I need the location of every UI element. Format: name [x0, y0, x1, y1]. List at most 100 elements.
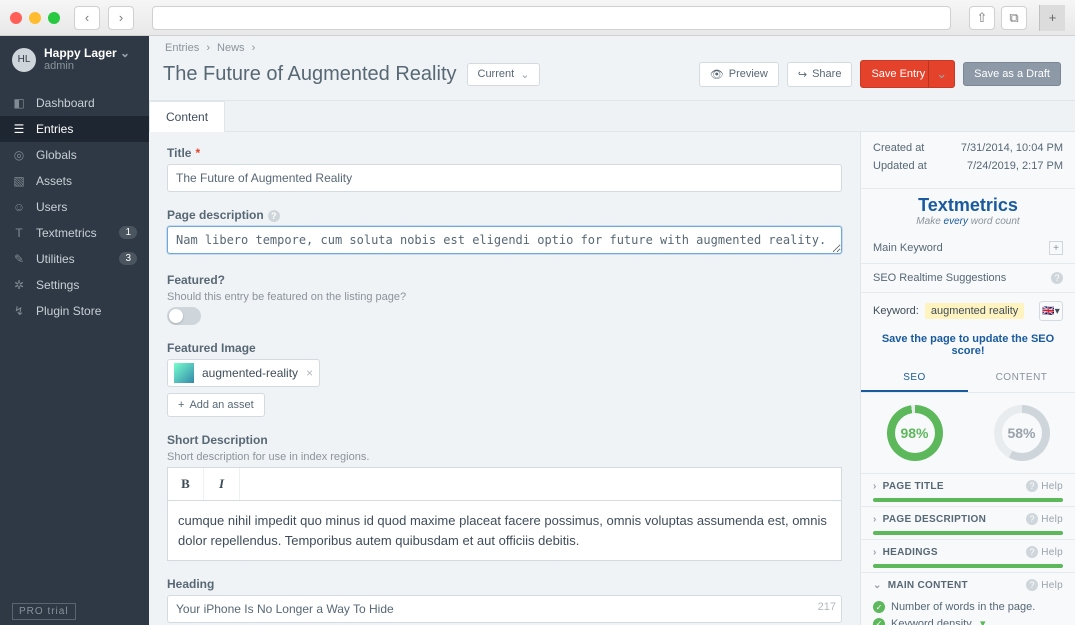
- sidebar-item-globals[interactable]: ◎Globals: [0, 142, 149, 168]
- check-section-page-description[interactable]: PAGE DESCRIPTION Help: [861, 507, 1075, 531]
- plus-icon[interactable]: +: [1049, 241, 1063, 255]
- sidebar-item-settings[interactable]: ✲ Settings: [0, 272, 149, 298]
- help-link[interactable]: Help: [1026, 513, 1063, 525]
- field-label: Heading: [167, 577, 842, 591]
- sidebar-item-label: Plugin Store: [36, 304, 101, 318]
- nav-icon: T: [12, 226, 26, 240]
- check-ok-icon: ✓: [873, 601, 885, 613]
- traffic-lights: [10, 12, 60, 24]
- textmetrics-tagline: Make every word count: [861, 216, 1075, 227]
- window-minimize[interactable]: [29, 12, 41, 24]
- nav-icon: ▧: [12, 174, 26, 188]
- keyword-label: Keyword:: [873, 305, 919, 317]
- heading-input[interactable]: [167, 595, 842, 623]
- share-button[interactable]: ↪Share: [787, 62, 853, 87]
- nav-icon: ✲: [12, 278, 26, 292]
- browser-back-button[interactable]: ‹: [74, 6, 100, 30]
- language-select[interactable]: 🇬🇧▾: [1039, 301, 1063, 321]
- sidebar-item-label: Textmetrics: [36, 226, 97, 240]
- sidebar-item-plugin-store[interactable]: ↯ Plugin Store: [0, 298, 149, 324]
- address-bar[interactable]: [152, 6, 951, 30]
- asset-thumbnail: [174, 363, 194, 383]
- meta-panel: Created at7/31/2014, 10:04 PM Updated at…: [860, 132, 1075, 625]
- nav-icon: ✎: [12, 252, 26, 266]
- sidebar-item-label: Users: [36, 200, 67, 214]
- save-button[interactable]: Save Entry: [860, 60, 936, 88]
- remove-asset-icon[interactable]: ×: [306, 366, 313, 380]
- breadcrumb-item[interactable]: Entries: [165, 42, 199, 54]
- field-help: Should this entry be featured on the lis…: [167, 291, 842, 303]
- breadcrumb-item[interactable]: News: [217, 42, 245, 54]
- rte-toolbar: B I: [167, 467, 842, 500]
- avatar[interactable]: HL: [12, 48, 36, 72]
- user-role: admin: [44, 60, 130, 73]
- tab-content-score[interactable]: CONTENT: [968, 365, 1075, 392]
- textmetrics-logo: Textmetrics: [861, 195, 1075, 216]
- check-item: ✓Keyword density. ▾: [873, 615, 1063, 625]
- sidebar-item-label: Settings: [36, 278, 79, 292]
- check-section-headings[interactable]: HEADINGS Help: [861, 540, 1075, 564]
- main-keyword-section[interactable]: Main Keyword +: [861, 233, 1075, 264]
- revision-select[interactable]: Current: [467, 63, 541, 86]
- meta-label: Created at: [873, 142, 924, 154]
- tab-seo[interactable]: SEO: [861, 365, 968, 392]
- preview-button[interactable]: 👁Preview: [699, 62, 779, 87]
- nav-icon: ☰: [12, 122, 26, 136]
- help-link[interactable]: Help: [1026, 546, 1063, 558]
- browser-forward-button[interactable]: ›: [108, 6, 134, 30]
- score-bar: [873, 498, 1063, 502]
- breadcrumb: Entries › News ›: [149, 36, 1075, 54]
- asset-chip[interactable]: augmented-reality ×: [167, 359, 320, 387]
- help-icon[interactable]: [268, 208, 280, 222]
- site-name[interactable]: Happy Lager: [44, 46, 130, 60]
- check-section-page-title[interactable]: PAGE TITLE Help: [861, 474, 1075, 498]
- edition-badge: PRO trial: [12, 603, 76, 620]
- nav-icon: ◧: [12, 96, 26, 110]
- field-label: Page description: [167, 208, 264, 222]
- sidebar-item-entries[interactable]: ☰ Entries: [0, 116, 149, 142]
- chevron-down-icon: [120, 46, 130, 60]
- badge: 3: [119, 252, 137, 265]
- page-title: The Future of Augmented Reality: [163, 63, 457, 86]
- field-label: Short Description: [167, 433, 842, 447]
- tabs-icon[interactable]: ⧉: [1001, 6, 1027, 30]
- share-icon: ↪: [798, 68, 807, 81]
- sidebar-item-dashboard[interactable]: ◧ Dashboard: [0, 90, 149, 116]
- bold-button[interactable]: B: [168, 468, 204, 500]
- caret-down-icon[interactable]: ▾: [980, 617, 986, 625]
- asset-name: augmented-reality: [202, 366, 298, 380]
- help-icon[interactable]: [1051, 272, 1063, 284]
- sidebar-item-label: Assets: [36, 174, 72, 188]
- sidebar-item-users[interactable]: ☺ Users: [0, 194, 149, 220]
- chevron-down-icon: [936, 66, 947, 82]
- italic-button[interactable]: I: [204, 468, 240, 500]
- sidebar-item-label: Entries: [36, 122, 73, 136]
- short-description-input[interactable]: cumque nihil impedit quo minus id quod m…: [167, 500, 842, 561]
- window-zoom[interactable]: [48, 12, 60, 24]
- tab-content[interactable]: Content: [149, 101, 225, 132]
- page-description-input[interactable]: Nam libero tempore, cum soluta nobis est…: [167, 226, 842, 254]
- sidebar-item-textmetrics[interactable]: T Textmetrics 1: [0, 220, 149, 246]
- featured-toggle[interactable]: [167, 307, 201, 325]
- check-section-main-content[interactable]: MAIN CONTENT Help: [861, 573, 1075, 597]
- save-menu-button[interactable]: [928, 60, 955, 88]
- help-link[interactable]: Help: [1026, 579, 1063, 591]
- share-icon[interactable]: ⇧: [969, 6, 995, 30]
- sidebar-item-utilities[interactable]: ✎ Utilities 3: [0, 246, 149, 272]
- sidebar-item-assets[interactable]: ▧ Assets: [0, 168, 149, 194]
- window-close[interactable]: [10, 12, 22, 24]
- check-item: ✓Number of words in the page.: [873, 599, 1063, 615]
- badge: 1: [119, 226, 137, 239]
- save-draft-button[interactable]: Save as a Draft: [963, 62, 1061, 86]
- browser-chrome: ‹ › ⇧ ⧉ +: [0, 0, 1075, 36]
- sidebar-item-label: Dashboard: [36, 96, 95, 110]
- title-input[interactable]: [167, 164, 842, 192]
- add-asset-button[interactable]: + Add an asset: [167, 393, 265, 417]
- nav-icon: ↯: [12, 304, 26, 318]
- sidebar-item-label: Utilities: [36, 252, 75, 266]
- seo-suggestions-section[interactable]: SEO Realtime Suggestions: [861, 264, 1075, 293]
- nav-icon: ☺: [12, 200, 26, 214]
- keyword-chip[interactable]: augmented reality: [925, 303, 1024, 319]
- new-tab-button[interactable]: +: [1039, 5, 1065, 31]
- help-link[interactable]: Help: [1026, 480, 1063, 492]
